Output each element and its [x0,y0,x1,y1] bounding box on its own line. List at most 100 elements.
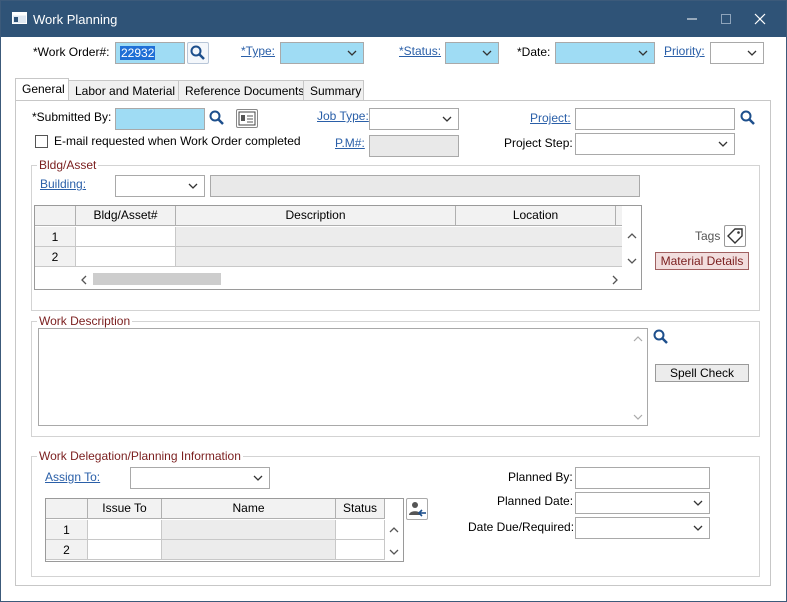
scroll-up-icon [627,233,637,239]
search-icon [740,110,755,125]
table-cell[interactable] [336,520,385,540]
table-cell[interactable] [76,247,176,267]
building-description-field[interactable] [210,175,640,197]
work-order-field[interactable]: 22932 [115,42,185,64]
planned-date-label: Planned Date: [497,494,574,508]
chevron-down-icon [747,50,757,56]
vertical-scrollbar[interactable] [386,520,403,560]
bldg-asset-grid: Bldg/Asset# Description Location 1 2 [34,205,642,290]
table-cell [176,247,622,267]
search-icon [209,110,224,125]
priority-label[interactable]: Priority: [664,44,705,58]
grid-corner [46,499,88,519]
table-cell[interactable] [336,540,385,560]
work-order-search-button[interactable] [187,42,209,64]
column-header[interactable]: Location [456,206,616,226]
project-label[interactable]: Project: [530,111,571,125]
chevron-down-icon [442,116,452,122]
date-due-label: Date Due/Required: [468,520,575,534]
maximize-icon [721,14,731,24]
date-due-select[interactable] [575,517,710,539]
table-cell [162,520,336,540]
scroll-down-icon [633,414,643,420]
horizontal-scroll-thumb[interactable] [93,273,221,285]
column-header[interactable]: Description [176,206,456,226]
column-header[interactable]: Status [336,499,385,519]
table-cell [162,540,336,560]
project-step-select[interactable] [575,133,735,155]
row-number: 2 [46,540,88,560]
status-label[interactable]: *Status: [399,44,441,58]
spell-check-button[interactable]: Spell Check [655,364,749,382]
title-bar: Work Planning [1,1,786,37]
minimize-button[interactable] [681,9,703,29]
material-details-button[interactable]: Material Details [655,252,749,270]
work-description-group-title: Work Description [37,314,133,328]
pm-field[interactable] [369,135,459,157]
column-header[interactable]: Name [162,499,336,519]
planned-by-label: Planned By: [508,470,573,484]
maximize-button[interactable] [715,9,737,29]
email-checkbox[interactable] [35,135,48,148]
table-cell[interactable] [88,540,162,560]
grid-corner [35,206,76,226]
column-header[interactable]: Bldg/Asset# [76,206,176,226]
work-description-textarea[interactable] [38,328,648,426]
planned-date-select[interactable] [575,492,710,514]
planned-by-field[interactable] [575,467,710,489]
delegation-grid: Issue To Name Status 1 2 [45,498,404,562]
search-icon [190,45,205,60]
pm-label[interactable]: P.M#: [335,136,365,150]
priority-select[interactable] [710,42,764,64]
contact-card-icon [238,111,256,126]
project-search-button[interactable] [738,108,760,130]
building-select[interactable] [115,175,205,197]
tags-button[interactable] [724,225,746,247]
chevron-down-icon [693,500,703,506]
tab-general[interactable]: General [15,78,69,101]
vertical-scrollbar[interactable] [623,227,641,269]
scroll-down-icon [627,258,637,264]
chevron-down-icon [482,50,492,56]
submitted-by-search-button[interactable] [207,108,229,130]
table-cell[interactable] [76,227,176,247]
type-label[interactable]: *Type: [241,44,275,58]
chevron-down-icon [638,50,648,56]
contact-card-button[interactable] [236,109,258,128]
table-cell [176,227,622,247]
chevron-down-icon [718,141,728,147]
add-person-icon [409,502,426,517]
scroll-right-icon [612,275,618,285]
assign-to-label[interactable]: Assign To: [45,470,100,484]
column-header[interactable]: Issue To [88,499,162,519]
scroll-down-icon [389,549,399,555]
search-icon [653,329,668,344]
add-person-button[interactable] [406,498,428,520]
type-select[interactable] [280,42,364,64]
work-description-search-button[interactable] [651,327,673,349]
tab-summary[interactable]: Summary [303,80,364,100]
job-type-select[interactable] [369,108,459,130]
email-label: E-mail requested when Work Order complet… [54,134,301,148]
tab-reference-documents[interactable]: Reference Documents [178,80,304,100]
assign-to-select[interactable] [130,467,270,489]
horizontal-scrollbar[interactable] [35,269,623,289]
table-cell[interactable] [88,520,162,540]
project-field[interactable] [575,108,735,130]
date-select[interactable] [555,42,655,64]
tags-label: Tags [695,229,721,243]
close-button[interactable] [749,9,771,29]
tag-icon [727,228,743,244]
tab-labor-and-material[interactable]: Labor and Material [68,80,179,100]
row-number: 1 [46,520,88,540]
chevron-down-icon [188,183,198,189]
job-type-label[interactable]: Job Type: [317,109,369,123]
submitted-by-field[interactable] [115,108,205,130]
building-label[interactable]: Building: [40,177,86,191]
column-header-overflow [616,206,622,226]
bldg-asset-group-title: Bldg/Asset [37,158,99,172]
status-select[interactable] [445,42,499,64]
work-order-label: *Work Order#: [33,45,110,59]
scroll-left-icon [81,275,87,285]
scroll-up-icon [389,527,399,533]
